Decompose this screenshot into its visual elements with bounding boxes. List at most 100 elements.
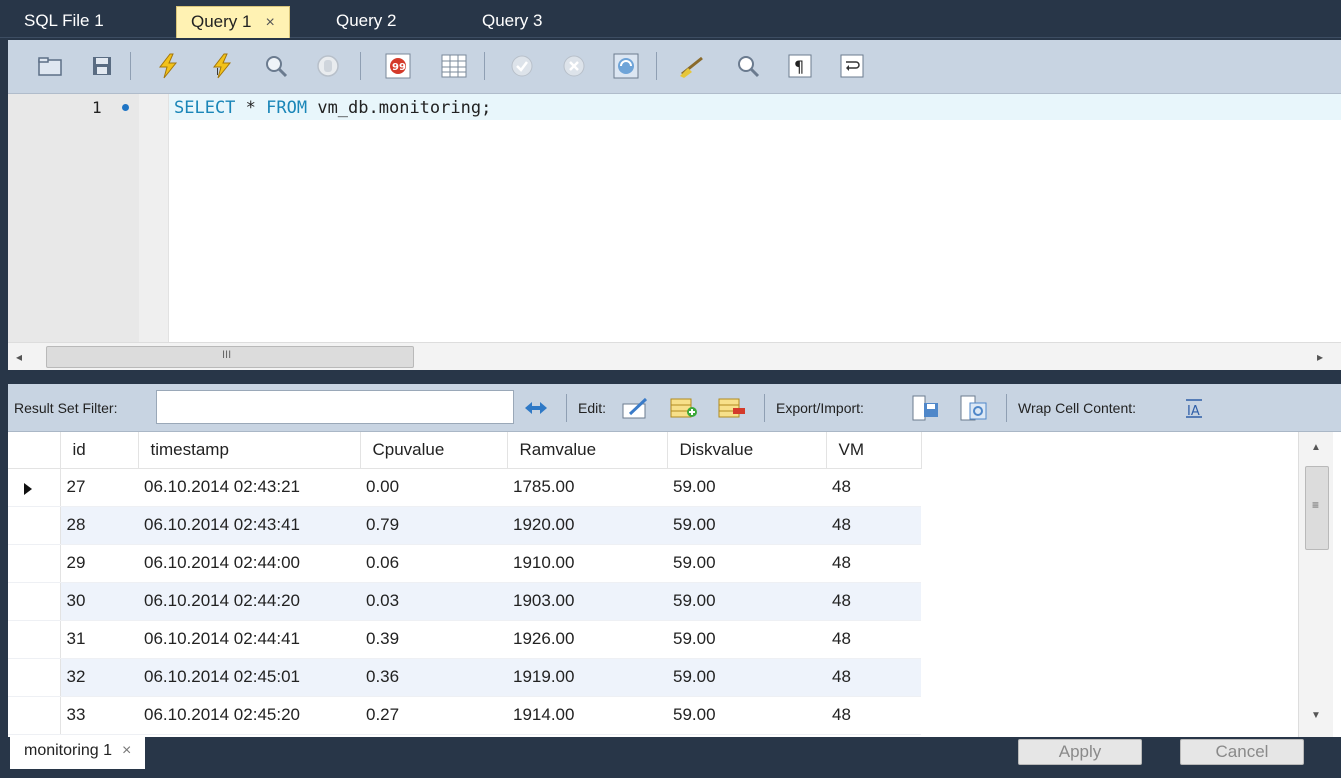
beautify-broom-icon[interactable] bbox=[678, 52, 706, 80]
close-icon[interactable]: × bbox=[122, 742, 131, 759]
row-header[interactable] bbox=[8, 468, 61, 507]
table-cell[interactable]: 27 bbox=[60, 468, 138, 507]
tab-query-3[interactable]: Query 3 bbox=[468, 6, 556, 38]
table-cell[interactable]: 48 bbox=[826, 544, 921, 583]
refresh-arrows-icon[interactable] bbox=[522, 394, 550, 422]
row-header[interactable] bbox=[8, 506, 61, 545]
table-cell[interactable]: 33 bbox=[60, 696, 138, 735]
wrap-cell-icon[interactable]: IA bbox=[1180, 394, 1208, 422]
table-row[interactable]: 27 06.10.2014 02:43:21 0.00 1785.00 59.0… bbox=[8, 468, 921, 507]
table-row[interactable]: 32 06.10.2014 02:45:01 0.36 1919.00 59.0… bbox=[8, 658, 921, 697]
close-icon[interactable]: × bbox=[265, 14, 274, 31]
result-grid-icon[interactable] bbox=[440, 52, 468, 80]
table-cell[interactable]: 48 bbox=[826, 582, 921, 621]
table-cell[interactable]: 1910.00 bbox=[507, 544, 667, 583]
tab-sql-file-1[interactable]: SQL File 1 bbox=[10, 6, 118, 38]
row-header[interactable] bbox=[8, 544, 61, 583]
rollback-x-icon[interactable] bbox=[560, 52, 588, 80]
table-cell[interactable]: 0.03 bbox=[360, 582, 507, 621]
table-cell[interactable]: 1926.00 bbox=[507, 620, 667, 659]
table-cell[interactable]: 48 bbox=[826, 620, 921, 659]
table-cell[interactable]: 1785.00 bbox=[507, 468, 667, 507]
table-cell[interactable]: 32 bbox=[60, 658, 138, 697]
table-cell[interactable]: 0.79 bbox=[360, 506, 507, 545]
find-magnifier-icon[interactable] bbox=[734, 52, 762, 80]
table-cell[interactable]: 0.00 bbox=[360, 468, 507, 507]
autocommit-toggle-icon[interactable] bbox=[612, 52, 640, 80]
column-header[interactable]: id bbox=[60, 432, 139, 469]
table-cell[interactable]: 06.10.2014 02:43:21 bbox=[138, 468, 360, 507]
toggle-stop-on-error-icon[interactable]: 99 bbox=[384, 52, 412, 80]
table-cell[interactable]: 0.06 bbox=[360, 544, 507, 583]
table-cell[interactable]: 0.36 bbox=[360, 658, 507, 697]
commit-check-icon[interactable] bbox=[508, 52, 536, 80]
table-cell[interactable]: 48 bbox=[826, 468, 921, 507]
execute-current-statement-icon[interactable]: I bbox=[208, 52, 236, 80]
delete-row-icon[interactable] bbox=[718, 394, 746, 422]
edit-row-icon[interactable] bbox=[622, 394, 650, 422]
table-cell[interactable]: 1914.00 bbox=[507, 696, 667, 735]
table-cell[interactable]: 06.10.2014 02:44:20 bbox=[138, 582, 360, 621]
table-cell[interactable]: 59.00 bbox=[667, 506, 826, 545]
table-cell[interactable]: 59.00 bbox=[667, 544, 826, 583]
table-cell[interactable]: 31 bbox=[60, 620, 138, 659]
table-cell[interactable]: 30 bbox=[60, 582, 138, 621]
column-header[interactable]: Ramvalue bbox=[507, 432, 668, 469]
table-cell[interactable]: 06.10.2014 02:45:20 bbox=[138, 696, 360, 735]
table-cell[interactable]: 06.10.2014 02:44:00 bbox=[138, 544, 360, 583]
export-icon[interactable] bbox=[912, 394, 940, 422]
row-header[interactable] bbox=[8, 620, 61, 659]
invisible-chars-pilcrow-icon[interactable]: ¶ bbox=[786, 52, 814, 80]
scroll-down-icon[interactable]: ▼ bbox=[1311, 710, 1321, 721]
save-icon[interactable] bbox=[88, 52, 116, 80]
insert-row-icon[interactable] bbox=[670, 394, 698, 422]
table-cell[interactable]: 0.27 bbox=[360, 696, 507, 735]
table-cell[interactable]: 1920.00 bbox=[507, 506, 667, 545]
table-cell[interactable]: 1903.00 bbox=[507, 582, 667, 621]
column-header[interactable]: timestamp bbox=[138, 432, 361, 469]
result-set-filter-input[interactable] bbox=[156, 390, 514, 424]
table-row[interactable]: 30 06.10.2014 02:44:20 0.03 1903.00 59.0… bbox=[8, 582, 921, 621]
table-cell[interactable]: 59.00 bbox=[667, 582, 826, 621]
row-header[interactable] bbox=[8, 696, 61, 735]
panel-splitter[interactable] bbox=[8, 370, 1341, 384]
table-cell[interactable]: 48 bbox=[826, 506, 921, 545]
table-cell[interactable]: 59.00 bbox=[667, 620, 826, 659]
table-cell[interactable]: 1919.00 bbox=[507, 658, 667, 697]
scroll-left-icon[interactable]: ◂ bbox=[16, 350, 22, 364]
grid-vertical-scrollbar[interactable]: ▲ ≡ ▼ bbox=[1298, 432, 1333, 737]
column-header[interactable]: Cpuvalue bbox=[360, 432, 508, 469]
editor-horizontal-scrollbar[interactable]: ◂ III ▸ bbox=[8, 342, 1341, 370]
table-cell[interactable]: 0.39 bbox=[360, 620, 507, 659]
row-header[interactable] bbox=[8, 658, 61, 697]
table-row[interactable]: 28 06.10.2014 02:43:41 0.79 1920.00 59.0… bbox=[8, 506, 921, 545]
sql-statement[interactable]: SELECT * FROM vm_db.monitoring; bbox=[174, 98, 491, 118]
table-cell[interactable]: 48 bbox=[826, 696, 921, 735]
result-tab-monitoring-1[interactable]: monitoring 1 × bbox=[10, 737, 146, 769]
table-row[interactable]: 33 06.10.2014 02:45:20 0.27 1914.00 59.0… bbox=[8, 696, 921, 735]
table-cell[interactable]: 06.10.2014 02:43:41 bbox=[138, 506, 360, 545]
apply-button[interactable]: Apply bbox=[1018, 739, 1142, 765]
word-wrap-icon[interactable] bbox=[838, 52, 866, 80]
table-cell[interactable]: 48 bbox=[826, 658, 921, 697]
scroll-right-icon[interactable]: ▸ bbox=[1317, 350, 1323, 364]
tab-query-1[interactable]: Query 1 × bbox=[176, 6, 290, 38]
table-row[interactable]: 29 06.10.2014 02:44:00 0.06 1910.00 59.0… bbox=[8, 544, 921, 583]
tab-query-2[interactable]: Query 2 bbox=[322, 6, 410, 38]
table-cell[interactable]: 29 bbox=[60, 544, 138, 583]
explain-magnifier-icon[interactable] bbox=[262, 52, 290, 80]
table-row[interactable]: 31 06.10.2014 02:44:41 0.39 1926.00 59.0… bbox=[8, 620, 921, 659]
table-cell[interactable]: 59.00 bbox=[667, 658, 826, 697]
table-cell[interactable]: 59.00 bbox=[667, 696, 826, 735]
table-cell[interactable]: 28 bbox=[60, 506, 138, 545]
stop-hand-icon[interactable] bbox=[314, 52, 342, 80]
execute-lightning-icon[interactable] bbox=[154, 52, 182, 80]
row-header[interactable] bbox=[8, 582, 61, 621]
sql-editor[interactable]: 1 SELECT * FROM vm_db.monitoring; bbox=[8, 94, 1341, 342]
open-folder-icon[interactable] bbox=[36, 52, 64, 80]
result-grid[interactable]: id timestamp Cpuvalue Ramvalue Diskvalue… bbox=[8, 432, 1341, 737]
column-header[interactable]: VM bbox=[826, 432, 922, 469]
table-cell[interactable]: 06.10.2014 02:44:41 bbox=[138, 620, 360, 659]
column-header[interactable]: Diskvalue bbox=[667, 432, 827, 469]
cancel-button[interactable]: Cancel bbox=[1180, 739, 1304, 765]
